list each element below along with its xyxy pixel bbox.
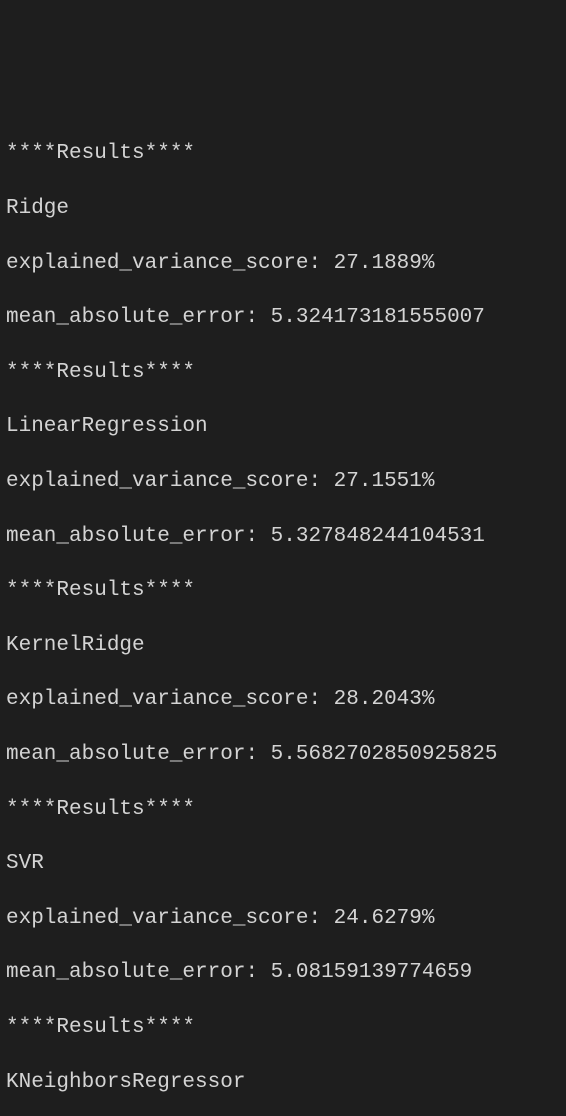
model-name: SVR — [6, 850, 560, 877]
evs-label: explained_variance_score: — [6, 907, 321, 930]
terminal-output: ****Results**** Ridge explained_variance… — [6, 113, 560, 1116]
metric-line: explained_variance_score: 27.1551% — [6, 468, 560, 495]
model-name: Ridge — [6, 195, 560, 222]
evs-value: 27.1551% — [334, 470, 435, 493]
metric-line: mean_absolute_error: 5.08159139774659 — [6, 959, 560, 986]
evs-value: 24.6279% — [334, 907, 435, 930]
mae-value: 5.324173181555007 — [271, 306, 485, 329]
results-header: ****Results**** — [6, 1014, 560, 1041]
evs-label: explained_variance_score: — [6, 470, 321, 493]
evs-value: 28.2043% — [334, 688, 435, 711]
mae-label: mean_absolute_error: — [6, 743, 258, 766]
mae-value: 5.5682702850925825 — [271, 743, 498, 766]
evs-value: 27.1889% — [334, 252, 435, 275]
metric-line: explained_variance_score: 28.2043% — [6, 686, 560, 713]
evs-label: explained_variance_score: — [6, 688, 321, 711]
model-name: KernelRidge — [6, 632, 560, 659]
results-header: ****Results**** — [6, 359, 560, 386]
metric-line: mean_absolute_error: 5.324173181555007 — [6, 304, 560, 331]
mae-label: mean_absolute_error: — [6, 306, 258, 329]
results-header: ****Results**** — [6, 140, 560, 167]
model-name: LinearRegression — [6, 413, 560, 440]
results-header: ****Results**** — [6, 796, 560, 823]
metric-line: explained_variance_score: 24.6279% — [6, 905, 560, 932]
metric-line: mean_absolute_error: 5.327848244104531 — [6, 523, 560, 550]
metric-line: explained_variance_score: 27.1889% — [6, 250, 560, 277]
evs-label: explained_variance_score: — [6, 252, 321, 275]
mae-label: mean_absolute_error: — [6, 525, 258, 548]
mae-label: mean_absolute_error: — [6, 961, 258, 984]
metric-line: mean_absolute_error: 5.5682702850925825 — [6, 741, 560, 768]
results-header: ****Results**** — [6, 577, 560, 604]
mae-value: 5.327848244104531 — [271, 525, 485, 548]
model-name: KNeighborsRegressor — [6, 1069, 560, 1096]
mae-value: 5.08159139774659 — [271, 961, 473, 984]
